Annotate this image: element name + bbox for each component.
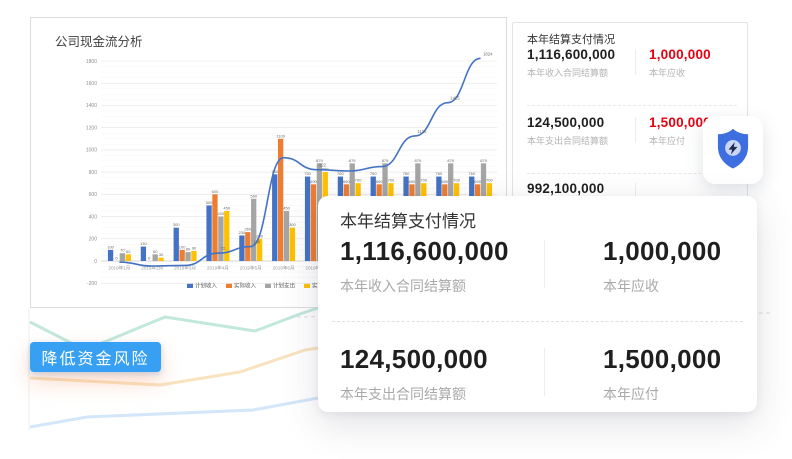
svg-text:400: 400 [218,211,225,216]
svg-text:450: 450 [223,206,230,211]
svg-text:200: 200 [89,237,98,243]
chart-title: 公司现金流分析 [55,31,143,50]
svg-text:1000: 1000 [86,148,97,154]
svg-text:1400: 1400 [86,103,97,109]
svg-text:879: 879 [447,158,454,163]
svg-text:400: 400 [89,214,98,220]
svg-text:760: 760 [337,171,344,176]
svg-text:0: 0 [94,259,97,265]
popup-receivable-label: 本年应收 [603,276,721,296]
svg-text:822: 822 [319,163,327,168]
svg-text:690: 690 [474,179,481,184]
svg-text:760: 760 [403,171,410,176]
popup-row-expense: 124,500,000 本年支出合同结算额 1,500,000 本年应付 [340,344,741,404]
svg-text:879: 879 [349,158,356,163]
svg-text:700: 700 [486,178,493,183]
divider [544,240,545,288]
svg-text:690: 690 [310,179,317,184]
receivable-label: 本年应收 [649,66,711,79]
svg-text:1600: 1600 [86,81,97,87]
svg-text:600: 600 [89,192,98,198]
svg-text:100: 100 [107,244,114,249]
svg-text:70: 70 [120,248,125,253]
svg-text:2019年5月: 2019年5月 [240,265,262,272]
svg-text:690: 690 [343,179,350,184]
svg-text:560: 560 [250,193,257,198]
svg-text:760: 760 [370,171,377,176]
dashed-divider [527,105,737,106]
svg-text:计划收入: 计划收入 [195,282,218,290]
svg-text:760: 760 [468,171,475,176]
svg-text:1824: 1824 [483,51,493,56]
svg-text:70: 70 [220,246,225,251]
svg-text:0: 0 [148,256,151,261]
svg-text:300: 300 [173,222,180,227]
svg-text:700: 700 [453,178,460,183]
svg-text:760: 760 [304,171,311,176]
svg-text:500: 500 [206,200,213,205]
svg-text:879: 879 [382,158,389,163]
svg-text:2019年6月: 2019年6月 [273,265,295,272]
svg-text:700: 700 [388,178,395,183]
dashboard-screenshot: 公司现金流分析 -2000200400600800100012001400160… [0,0,792,459]
svg-text:879: 879 [415,158,422,163]
svg-text:90: 90 [192,246,197,251]
svg-text:80: 80 [186,247,191,252]
popup-payable-value: 1,500,000 [603,344,721,375]
svg-text:-200: -200 [87,281,97,287]
svg-text:实际收入: 实际收入 [234,282,257,290]
svg-text:1200: 1200 [86,125,97,131]
popup-title: 本年结算支付情况 [340,207,476,232]
risk-reduction-badge[interactable]: 降低资金风险 [30,342,161,372]
dashed-divider [332,321,743,322]
svg-text:0: 0 [115,256,118,261]
svg-text:130: 130 [140,241,147,246]
svg-text:690: 690 [409,179,416,184]
svg-text:760: 760 [436,171,443,176]
svg-text:879: 879 [480,158,487,163]
svg-text:2019年4月: 2019年4月 [207,265,229,272]
svg-text:300: 300 [289,222,296,227]
svg-text:690: 690 [376,179,383,184]
balance-value: 992,100,000 [527,181,737,196]
svg-text:260: 260 [244,227,251,232]
popup-receivable-value: 1,000,000 [603,236,721,267]
payable-label: 本年应付 [649,134,711,147]
svg-text:1800: 1800 [86,59,97,65]
panel-title: 本年结算支付情况 [527,31,615,47]
svg-text:600: 600 [212,189,219,194]
svg-text:450: 450 [283,206,290,211]
svg-text:800: 800 [89,170,98,176]
svg-text:60: 60 [153,249,158,254]
svg-text:1100: 1100 [276,133,285,138]
svg-text:2019年1月: 2019年1月 [108,265,130,272]
svg-text:690: 690 [441,179,448,184]
shield-lightning-icon [711,126,755,174]
svg-text:30: 30 [159,252,164,257]
receivable-value: 1,000,000 [649,47,711,62]
panel-row-income: 1,116,600,000 本年收入合同结算额 1,000,000 本年应收 [527,47,737,87]
security-shield-card[interactable] [703,116,763,184]
payable-value: 1,500,000 [649,115,711,130]
divider [635,49,636,75]
svg-text:计划支出: 计划支出 [273,282,295,290]
svg-text:700: 700 [420,178,427,183]
svg-text:1126: 1126 [417,129,427,134]
popup-row-income: 1,116,600,000 本年收入合同结算额 1,000,000 本年应收 [340,236,741,296]
divider [635,117,636,143]
svg-text:60: 60 [126,249,131,254]
svg-text:1425: 1425 [450,96,460,101]
svg-text:700: 700 [355,178,362,183]
svg-text:130: 130 [253,240,261,245]
divider [544,348,545,396]
popup-payable-label: 本年应付 [603,384,721,404]
settlement-popup-card: 本年结算支付情况 1,116,600,000 本年收入合同结算额 1,000,0… [318,196,757,412]
